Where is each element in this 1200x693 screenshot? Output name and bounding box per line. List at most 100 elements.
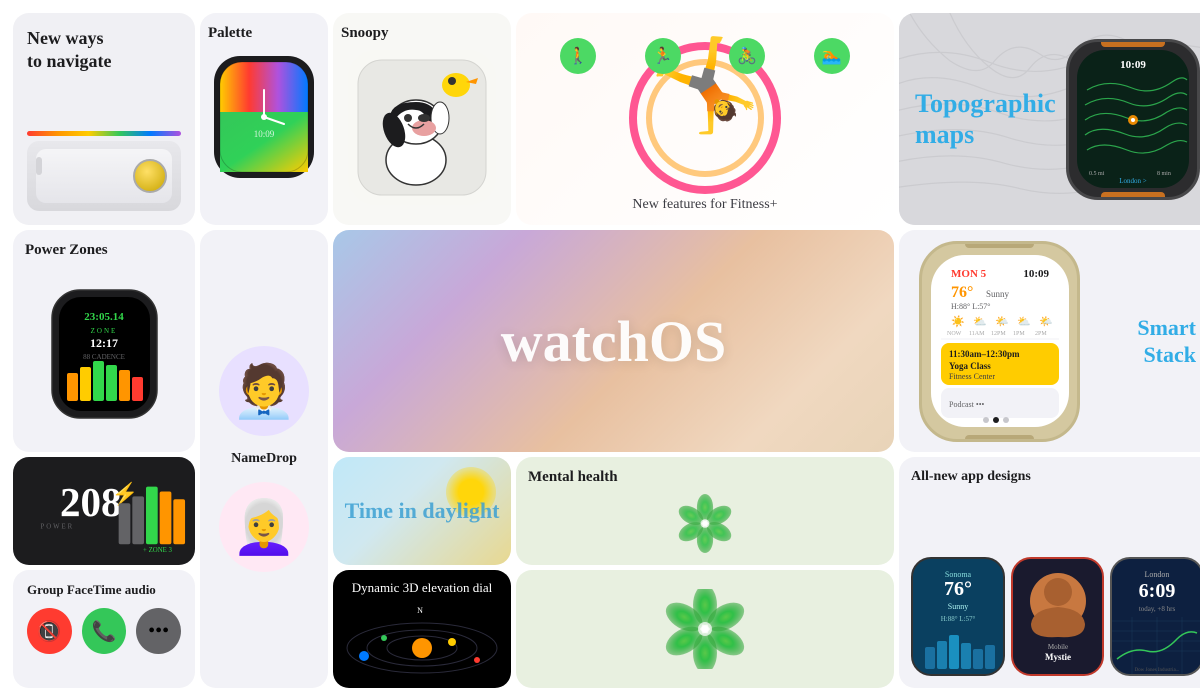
fitness-subtitle: New features for Fitness+ <box>516 197 894 213</box>
app3-svg: London 6:09 today, +8 hrs <box>1112 559 1200 674</box>
watchos-logo: watchOS <box>501 308 727 375</box>
facetime-title: Group FaceTime audio <box>27 582 181 598</box>
svg-text:Fitness Center: Fitness Center <box>949 372 995 381</box>
svg-text:8 min: 8 min <box>1157 171 1171 177</box>
palette-tile: Palette <box>200 13 328 225</box>
svg-text:2PM: 2PM <box>1035 331 1047 337</box>
smart-stack-label-text: SmartStack <box>1137 314 1196 369</box>
power-lower-svg: 208 ⚡ POWER + ZONE 3 <box>21 461 187 561</box>
svg-text:10:09: 10:09 <box>1023 268 1049 280</box>
svg-text:10:09: 10:09 <box>254 129 275 139</box>
watch-side-view <box>27 141 181 211</box>
facetime-end-button[interactable]: 📵 <box>27 608 72 654</box>
watchos-tile: watchOS <box>333 230 894 452</box>
svg-text:N: N <box>417 606 423 615</box>
svg-text:88 CADENCE: 88 CADENCE <box>83 353 125 361</box>
namedrop-tile: 🧑‍💼 NameDrop 👩‍🦳 <box>200 230 328 688</box>
watch-band-bottom <box>1101 192 1165 200</box>
facetime-more-button[interactable]: ••• <box>136 608 181 654</box>
topo-watch-case: 10:09 0.5 mi 8 min London > <box>1066 39 1200 200</box>
topo-title-text: Topographicmaps <box>915 88 1056 150</box>
svg-text:Sunny: Sunny <box>986 289 1010 299</box>
svg-text:Yoga Class: Yoga Class <box>949 361 991 371</box>
fitness-tile: 🚶 🏃 🚴 🏊 🤸 New features for Fitness+ <box>516 13 894 225</box>
topo-tile: Topographicmaps 10:09 <box>899 13 1200 225</box>
svg-text:H:88° L:57°: H:88° L:57° <box>941 615 976 623</box>
side-button <box>36 157 42 175</box>
power-lower-tile: 208 ⚡ POWER + ZONE 3 <box>13 457 195 565</box>
app1-svg: Sonoma 76° Sunny H:88° L:57° <box>913 559 1003 674</box>
mental-lower-svg <box>655 589 755 669</box>
facetime-tile: Group FaceTime audio 📵 📞 ••• <box>13 570 195 688</box>
svg-text:0.5 mi: 0.5 mi <box>1089 171 1105 177</box>
svg-text:POWER: POWER <box>41 524 75 531</box>
rainbow-bar <box>27 131 181 136</box>
mental-tile: Mental health <box>516 457 894 565</box>
fitness-icon-bike: 🚴 <box>729 38 765 74</box>
palette-title: Palette <box>208 25 252 42</box>
snoopy-tile: Snoopy <box>333 13 511 225</box>
apps-watch-row: Sonoma 76° Sunny H:88° L:57° <box>911 489 1200 676</box>
daylight-tile: Time in daylight <box>333 457 511 565</box>
svg-text:☀️: ☀️ <box>951 314 965 328</box>
proper-grid: New waysto navigate Palette <box>8 8 1200 693</box>
fitness-icon-walk: 🚶 <box>560 38 596 74</box>
mental-lower-tile <box>516 570 894 688</box>
fitness-icon-swim: 🏊 <box>814 38 850 74</box>
svg-text:76°: 76° <box>944 578 972 600</box>
smart-stack-watch-case: MON 5 10:09 76° Sunny H:88° L:57° ☀️ ⛅ 🌤… <box>919 241 1080 442</box>
svg-text:6:09: 6:09 <box>1139 580 1176 602</box>
navigate-tile: New waysto navigate <box>13 13 195 225</box>
svg-text:11:30am–12:30pm: 11:30am–12:30pm <box>949 349 1020 359</box>
watch-band-top <box>1101 39 1165 47</box>
mental-star-svg <box>665 494 745 553</box>
daylight-text: Time in daylight <box>345 497 500 526</box>
ss-watch-svg: MON 5 10:09 76° Sunny H:88° L:57° ☀️ ⛅ 🌤… <box>931 255 1069 427</box>
topo-watch-svg: 10:09 0.5 mi 8 min London > <box>1077 50 1189 188</box>
ss-band-bottom <box>965 435 1033 442</box>
svg-text:🌤️: 🌤️ <box>1039 315 1053 328</box>
svg-text:11AM: 11AM <box>969 331 985 337</box>
namedrop-title: NameDrop <box>231 451 297 467</box>
svg-text:ZONE: ZONE <box>90 327 117 335</box>
power-tile: Power Zones 23:05.14 ZONE 12:17 88 CADEN… <box>13 230 195 452</box>
apps-title-text: All-new app designs <box>911 469 1200 485</box>
navigate-title: New waysto navigate <box>27 27 181 72</box>
svg-text:Dow Jones Industria...: Dow Jones Industria... <box>1135 668 1180 673</box>
app-watch-2: Mobile Mystie <box>1011 557 1105 676</box>
mental-title-text: Mental health <box>528 469 618 486</box>
elevation-title: Dynamic 3D elevation dial <box>352 580 492 596</box>
svg-text:H:88° L:57°: H:88° L:57° <box>951 302 991 311</box>
svg-text:today, +8 hrs: today, +8 hrs <box>1139 605 1176 613</box>
apps-tile: All-new app designs Sonoma 76° Sunny H:8… <box>899 457 1200 688</box>
elevation-tile: Dynamic 3D elevation dial N <box>333 570 511 688</box>
svg-text:23:05.14: 23:05.14 <box>84 311 124 323</box>
app2-svg: Mobile Mystie <box>1013 559 1103 674</box>
navigate-visuals <box>27 72 181 211</box>
svg-text:Mobile: Mobile <box>1048 643 1068 651</box>
snoopy-title: Snoopy <box>341 25 389 42</box>
svg-text:1PM: 1PM <box>1013 331 1025 337</box>
svg-text:12:17: 12:17 <box>90 336 118 350</box>
power-watch-svg: 23:05.14 ZONE 12:17 88 CADENCE <box>47 285 162 423</box>
power-watch-container: 23:05.14 ZONE 12:17 88 CADENCE <box>25 267 183 440</box>
facetime-accept-button[interactable]: 📞 <box>82 608 127 654</box>
app-watch-3: London 6:09 today, +8 hrs <box>1110 557 1200 676</box>
svg-text:MON 5: MON 5 <box>951 268 987 280</box>
svg-text:NOW: NOW <box>947 331 962 337</box>
svg-text:Sunny: Sunny <box>948 602 968 611</box>
svg-text:76°: 76° <box>951 284 973 301</box>
palette-watch-svg: 10:09 <box>210 52 318 182</box>
svg-text:10:09: 10:09 <box>1120 59 1146 71</box>
svg-text:Mystie: Mystie <box>1045 652 1071 662</box>
ss-band-top <box>965 241 1033 248</box>
watch-body <box>36 149 172 203</box>
svg-text:12PM: 12PM <box>991 331 1006 337</box>
svg-text:⛅: ⛅ <box>973 316 987 328</box>
svg-text:London: London <box>1145 570 1170 579</box>
svg-text:🌤️: 🌤️ <box>995 315 1009 328</box>
namedrop-memoji-2: 👩‍🦳 <box>219 482 309 572</box>
svg-text:⛅: ⛅ <box>1017 316 1031 328</box>
fitness-icon-run: 🏃 <box>645 38 681 74</box>
app-watch-1: Sonoma 76° Sunny H:88° L:57° <box>911 557 1005 676</box>
